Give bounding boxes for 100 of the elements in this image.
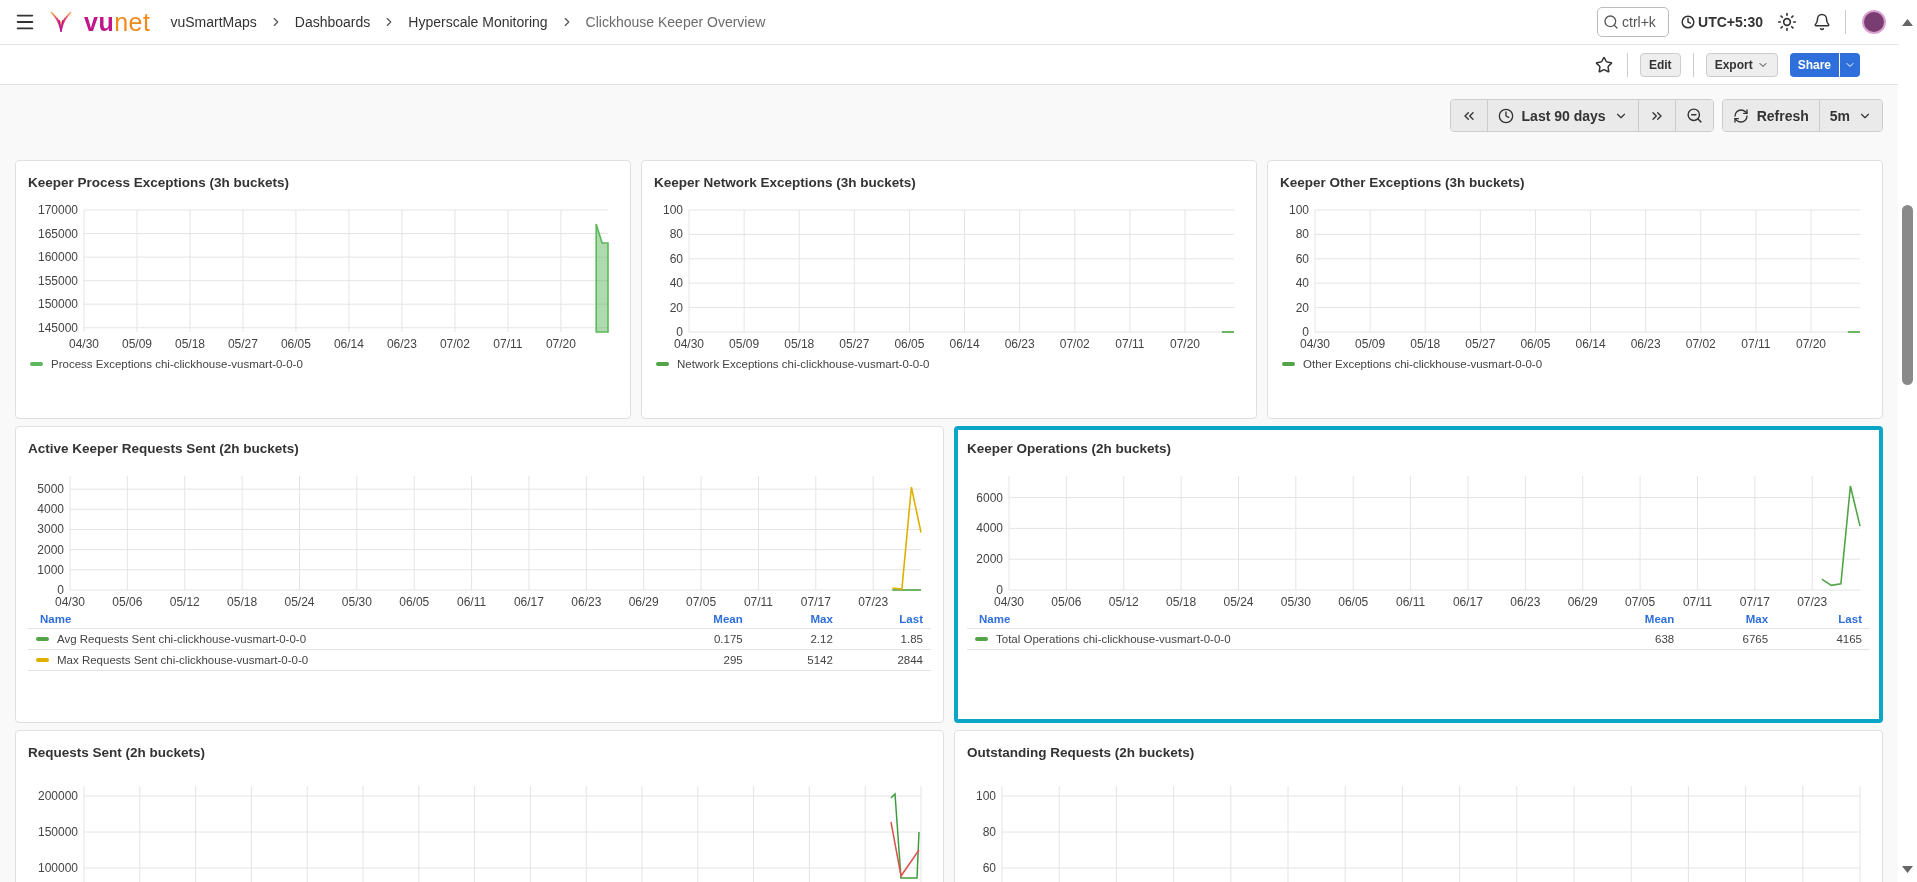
axis-label: 07/05 xyxy=(686,595,717,609)
breadcrumb-link[interactable]: Hyperscale Monitoring xyxy=(408,14,548,30)
axis-label: 40 xyxy=(669,276,683,291)
axis-label: 07/20 xyxy=(1170,337,1201,351)
axis-label: 100000 xyxy=(37,861,78,875)
column-header[interactable]: Name xyxy=(28,612,653,629)
legend-label[interactable]: Process Exceptions chi-clickhouse-vusmart-0-0-0 xyxy=(51,358,303,370)
panel-title: Active Keeper Requests Sent (2h buckets) xyxy=(28,441,300,456)
axis-label: 06/23 xyxy=(571,595,602,609)
edit-button[interactable]: Edit xyxy=(1639,52,1681,77)
axis-label: 05/18 xyxy=(174,337,205,351)
axis-label: 2000 xyxy=(37,542,64,557)
axis-label: 20 xyxy=(1295,300,1309,315)
column-header[interactable]: Mean xyxy=(652,612,751,629)
table-cell: 2.12 xyxy=(750,628,841,650)
panel-title: Outstanding Requests (2h buckets) xyxy=(967,745,1196,760)
axis-label: 07/23 xyxy=(858,595,889,609)
axis-label: 06/17 xyxy=(1452,595,1483,609)
breadcrumb-link[interactable]: vuSmartMaps xyxy=(170,14,257,30)
column-header[interactable]: Last xyxy=(840,612,931,629)
axis-label: 07/11 xyxy=(1115,337,1145,351)
table-cell: 2844 xyxy=(840,649,931,671)
logo-icon xyxy=(50,9,72,35)
axis-label: 170000 xyxy=(37,204,78,217)
breadcrumb-link[interactable]: Dashboards xyxy=(294,14,371,30)
axis-label: 07/20 xyxy=(1796,337,1827,351)
share-menu-button[interactable] xyxy=(1840,52,1860,77)
axis-label: 06/11 xyxy=(457,595,487,609)
column-header[interactable]: Mean xyxy=(1579,612,1683,629)
axis-label: 4000 xyxy=(37,502,64,517)
legend-label[interactable]: Total Operations chi-clickhouse-vusmart-0-0-0 xyxy=(996,633,1231,645)
clock-icon xyxy=(1497,107,1514,124)
axis-label: 60 xyxy=(982,861,996,875)
axis-label: 05/18 xyxy=(227,595,258,609)
axis-label: 04/30 xyxy=(69,337,99,351)
axis-label: 05/24 xyxy=(1223,595,1254,609)
axis-label: 05/27 xyxy=(1465,337,1496,351)
axis-label: 80 xyxy=(982,825,996,839)
axis-label: 0 xyxy=(1302,325,1309,339)
logo-wordmark: vunet xyxy=(84,7,151,37)
axis-label: 2000 xyxy=(976,552,1003,567)
axis-label: 04/30 xyxy=(55,595,85,609)
legend-label[interactable]: Other Exceptions chi-clickhouse-vusmart-0-0-0 xyxy=(1303,358,1543,370)
axis-label: 07/11 xyxy=(743,595,773,609)
table-cell: 0.175 xyxy=(652,628,751,650)
axis-label: 60 xyxy=(1295,251,1309,266)
axis-label: 04/30 xyxy=(674,337,704,351)
axis-label: 60 xyxy=(669,251,683,266)
share-button[interactable]: Share xyxy=(1789,52,1839,77)
axis-label: 06/05 xyxy=(1520,337,1551,351)
axis-label: 05/18 xyxy=(1166,595,1197,609)
interval-button[interactable]: 5m xyxy=(1819,100,1882,131)
axis-label: 0 xyxy=(676,325,683,339)
axis-label: 40 xyxy=(1295,276,1309,291)
column-header[interactable]: Max xyxy=(750,612,841,629)
legend-label[interactable]: Avg Requests Sent chi-clickhouse-vusmart-0-0-0 xyxy=(57,633,307,645)
axis-label: 200000 xyxy=(37,789,78,803)
timezone-label[interactable]: UTC+5:30 xyxy=(1698,14,1763,30)
table-cell: 295 xyxy=(652,649,751,671)
column-header[interactable]: Max xyxy=(1682,612,1777,629)
axis-label: 07/23 xyxy=(1797,595,1828,609)
search-field[interactable]: ctrl+k xyxy=(1597,7,1670,37)
export-button[interactable]: Export xyxy=(1705,52,1778,77)
panel-title: Keeper Other Exceptions (3h buckets) xyxy=(1280,175,1526,190)
axis-label: 06/05 xyxy=(1338,595,1369,609)
axis-label: 04/30 xyxy=(994,595,1024,609)
axis-label: 100 xyxy=(1288,204,1309,217)
axis-label: 07/11 xyxy=(1682,595,1712,609)
legend-label[interactable]: Network Exceptions chi-clickhouse-vusmart-0-0-0 xyxy=(677,358,930,370)
table-cell: 4165 xyxy=(1776,628,1870,650)
sun-icon[interactable] xyxy=(1775,10,1799,34)
axis-label: 06/17 xyxy=(513,595,544,609)
zoom-out-button[interactable] xyxy=(1675,100,1713,131)
column-header[interactable]: Last xyxy=(1776,612,1870,629)
axis-label: 05/06 xyxy=(1051,595,1082,609)
refresh-button[interactable]: Refresh xyxy=(1722,100,1820,131)
table-cell: 5142 xyxy=(750,649,841,671)
column-header[interactable]: Name xyxy=(967,612,1580,629)
axis-label: 1000 xyxy=(37,562,64,577)
table-cell: 638 xyxy=(1579,628,1683,650)
axis-label: 150000 xyxy=(37,297,78,312)
axis-label: 07/11 xyxy=(1741,337,1771,351)
axis-label: 80 xyxy=(1295,227,1309,242)
user-avatar[interactable] xyxy=(1862,10,1886,34)
axis-label: 05/18 xyxy=(1410,337,1441,351)
time-range-button[interactable]: Last 90 days xyxy=(1487,100,1639,131)
panel-title: Keeper Process Exceptions (3h buckets) xyxy=(28,175,291,190)
axis-label: 07/05 xyxy=(1625,595,1656,609)
axis-label: 04/30 xyxy=(1300,337,1330,351)
axis-label: 5000 xyxy=(37,482,64,497)
search-icon xyxy=(1603,14,1620,30)
axis-label: 06/14 xyxy=(333,337,364,351)
axis-label: 80 xyxy=(669,227,683,242)
breadcrumb-link[interactable]: Clickhouse Keeper Overview xyxy=(585,14,766,30)
shift-back-button[interactable] xyxy=(1450,100,1488,131)
axis-label: 05/12 xyxy=(1108,595,1139,609)
axis-label: 05/09 xyxy=(729,337,760,351)
panel-title: Keeper Network Exceptions (3h buckets) xyxy=(654,175,917,190)
axis-label: 0 xyxy=(57,583,64,597)
legend-label[interactable]: Max Requests Sent chi-clickhouse-vusmart-0-0-0 xyxy=(57,654,309,666)
